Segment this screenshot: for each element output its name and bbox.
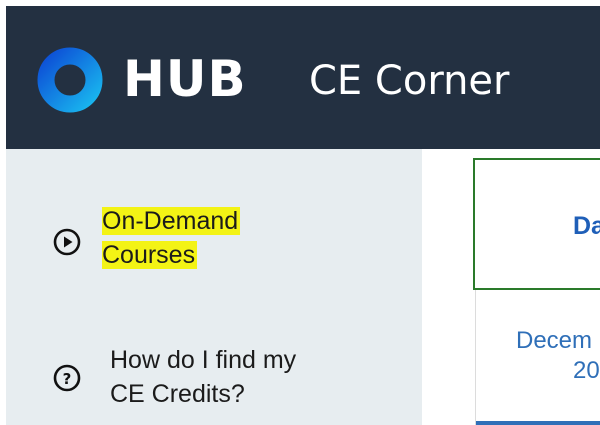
card-title: Da <box>573 212 600 240</box>
divider <box>476 421 600 425</box>
hub-logo-ring-icon <box>37 47 103 113</box>
course-card-header: Da <box>473 158 600 290</box>
sidebar-item-find-ce-credits[interactable]: ? How do I find my CE Credits? <box>6 339 422 419</box>
app-title: CE Corner <box>309 58 510 104</box>
sidebar-item-label: How do I find my <box>110 346 297 374</box>
sidebar-item-label: CE Credits? <box>110 380 245 408</box>
app-header: HUB CE Corner <box>6 6 600 149</box>
date-cell[interactable]: Decem 20 <box>475 290 600 425</box>
sidebar: On-Demand Courses ? How do I find my CE … <box>6 149 422 425</box>
sidebar-item-label: Courses <box>102 241 198 269</box>
question-circle-icon: ? <box>53 364 81 392</box>
date-text: Decem <box>516 327 593 354</box>
svg-text:?: ? <box>63 370 72 388</box>
sidebar-item-on-demand-courses[interactable]: On-Demand Courses <box>6 201 422 279</box>
play-circle-icon <box>53 228 81 256</box>
sidebar-item-label: On-Demand <box>102 207 241 235</box>
hub-logo-text: HUB <box>123 50 247 108</box>
date-text: 20 <box>573 357 600 384</box>
